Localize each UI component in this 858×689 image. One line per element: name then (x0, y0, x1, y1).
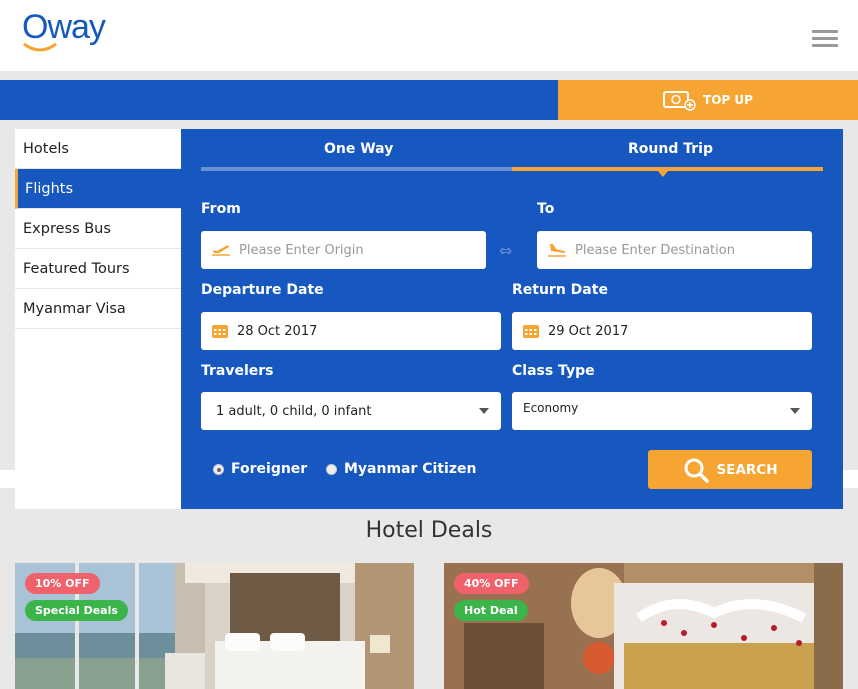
travelers-value: 1 adult, 0 child, 0 infant (216, 403, 372, 419)
radio-foreigner[interactable]: Foreigner (213, 461, 307, 477)
search-icon (684, 458, 709, 483)
sidebar-item-featured-tours[interactable]: Featured Tours (15, 249, 181, 289)
travelers-label: Travelers (201, 363, 274, 379)
tab-round-trip[interactable]: Round Trip (628, 141, 713, 157)
chevron-down-icon (790, 408, 800, 414)
search-button[interactable]: SEARCH (648, 450, 812, 489)
from-label: From (201, 201, 241, 217)
to-label: To (537, 201, 555, 217)
origin-placeholder: Please Enter Origin (239, 242, 364, 258)
calendar-icon (211, 323, 229, 339)
class-type-value: Economy (523, 401, 579, 415)
sidebar-item-label: Express Bus (23, 220, 111, 237)
top-up-button[interactable]: TOP UP (558, 80, 858, 120)
flight-search-form: One Way Round Trip From To Please Enter … (181, 129, 843, 509)
header: Oway (0, 0, 858, 71)
sidebar-item-myanmar-visa[interactable]: Myanmar Visa (15, 289, 181, 329)
hotel-deal-card[interactable]: 10% OFF Special Deals (15, 563, 414, 689)
sidebar-item-label: Hotels (23, 140, 69, 157)
radio-citizen-label: Myanmar Citizen (344, 461, 477, 477)
takeoff-icon (211, 243, 231, 257)
sidebar-item-flights[interactable]: Flights (15, 169, 181, 209)
travelers-select[interactable]: 1 adult, 0 child, 0 infant (201, 392, 501, 430)
hotel-deals-title: Hotel Deals (365, 518, 493, 543)
return-date-value: 29 Oct 2017 (548, 323, 629, 339)
radio-foreigner-label: Foreigner (231, 461, 308, 477)
deal-tag-badge: Special Deals (25, 600, 128, 621)
radio-selected-icon (213, 463, 224, 475)
sidebar-item-label: Flights (25, 180, 74, 197)
return-date-field[interactable]: 29 Oct 2017 (512, 312, 812, 350)
tab-one-way[interactable]: One Way (324, 141, 393, 157)
tab-active-caret (658, 171, 668, 177)
sidebar-item-express-bus[interactable]: Express Bus (15, 209, 181, 249)
calendar-icon (522, 323, 540, 339)
search-label: SEARCH (716, 461, 778, 478)
top-up-label: TOP UP (703, 93, 753, 107)
destination-input[interactable]: Please Enter Destination (537, 231, 812, 269)
deal-tag-badge: Hot Deal (454, 600, 528, 621)
class-type-label: Class Type (512, 363, 595, 379)
destination-placeholder: Please Enter Destination (575, 242, 735, 258)
category-sidebar: Hotels Flights Express Bus Featured Tour… (15, 129, 181, 509)
hotel-deal-card[interactable]: 40% OFF Hot Deal (444, 563, 843, 689)
class-type-select[interactable]: Economy (512, 392, 812, 430)
return-date-label: Return Date (512, 282, 608, 298)
money-icon (663, 91, 696, 111)
top-bar (0, 80, 558, 120)
discount-badge: 10% OFF (25, 573, 100, 594)
oway-logo[interactable]: Oway (22, 8, 112, 52)
sidebar-item-label: Myanmar Visa (23, 300, 126, 317)
landing-icon (547, 242, 567, 258)
discount-badge: 40% OFF (454, 573, 529, 594)
departure-date-value: 28 Oct 2017 (237, 323, 318, 339)
radio-unselected-icon (326, 463, 337, 475)
departure-date-label: Departure Date (201, 282, 324, 298)
swap-icon[interactable]: ⇔ (499, 241, 512, 260)
tab-underline (201, 167, 513, 171)
logo-smile-icon (23, 42, 57, 52)
radio-myanmar-citizen[interactable]: Myanmar Citizen (326, 461, 476, 477)
sidebar-item-hotels[interactable]: Hotels (15, 129, 181, 169)
sidebar-item-label: Featured Tours (23, 260, 130, 277)
departure-date-field[interactable]: 28 Oct 2017 (201, 312, 501, 350)
chevron-down-icon (479, 408, 489, 414)
origin-input[interactable]: Please Enter Origin (201, 231, 486, 269)
menu-icon[interactable] (812, 30, 838, 50)
